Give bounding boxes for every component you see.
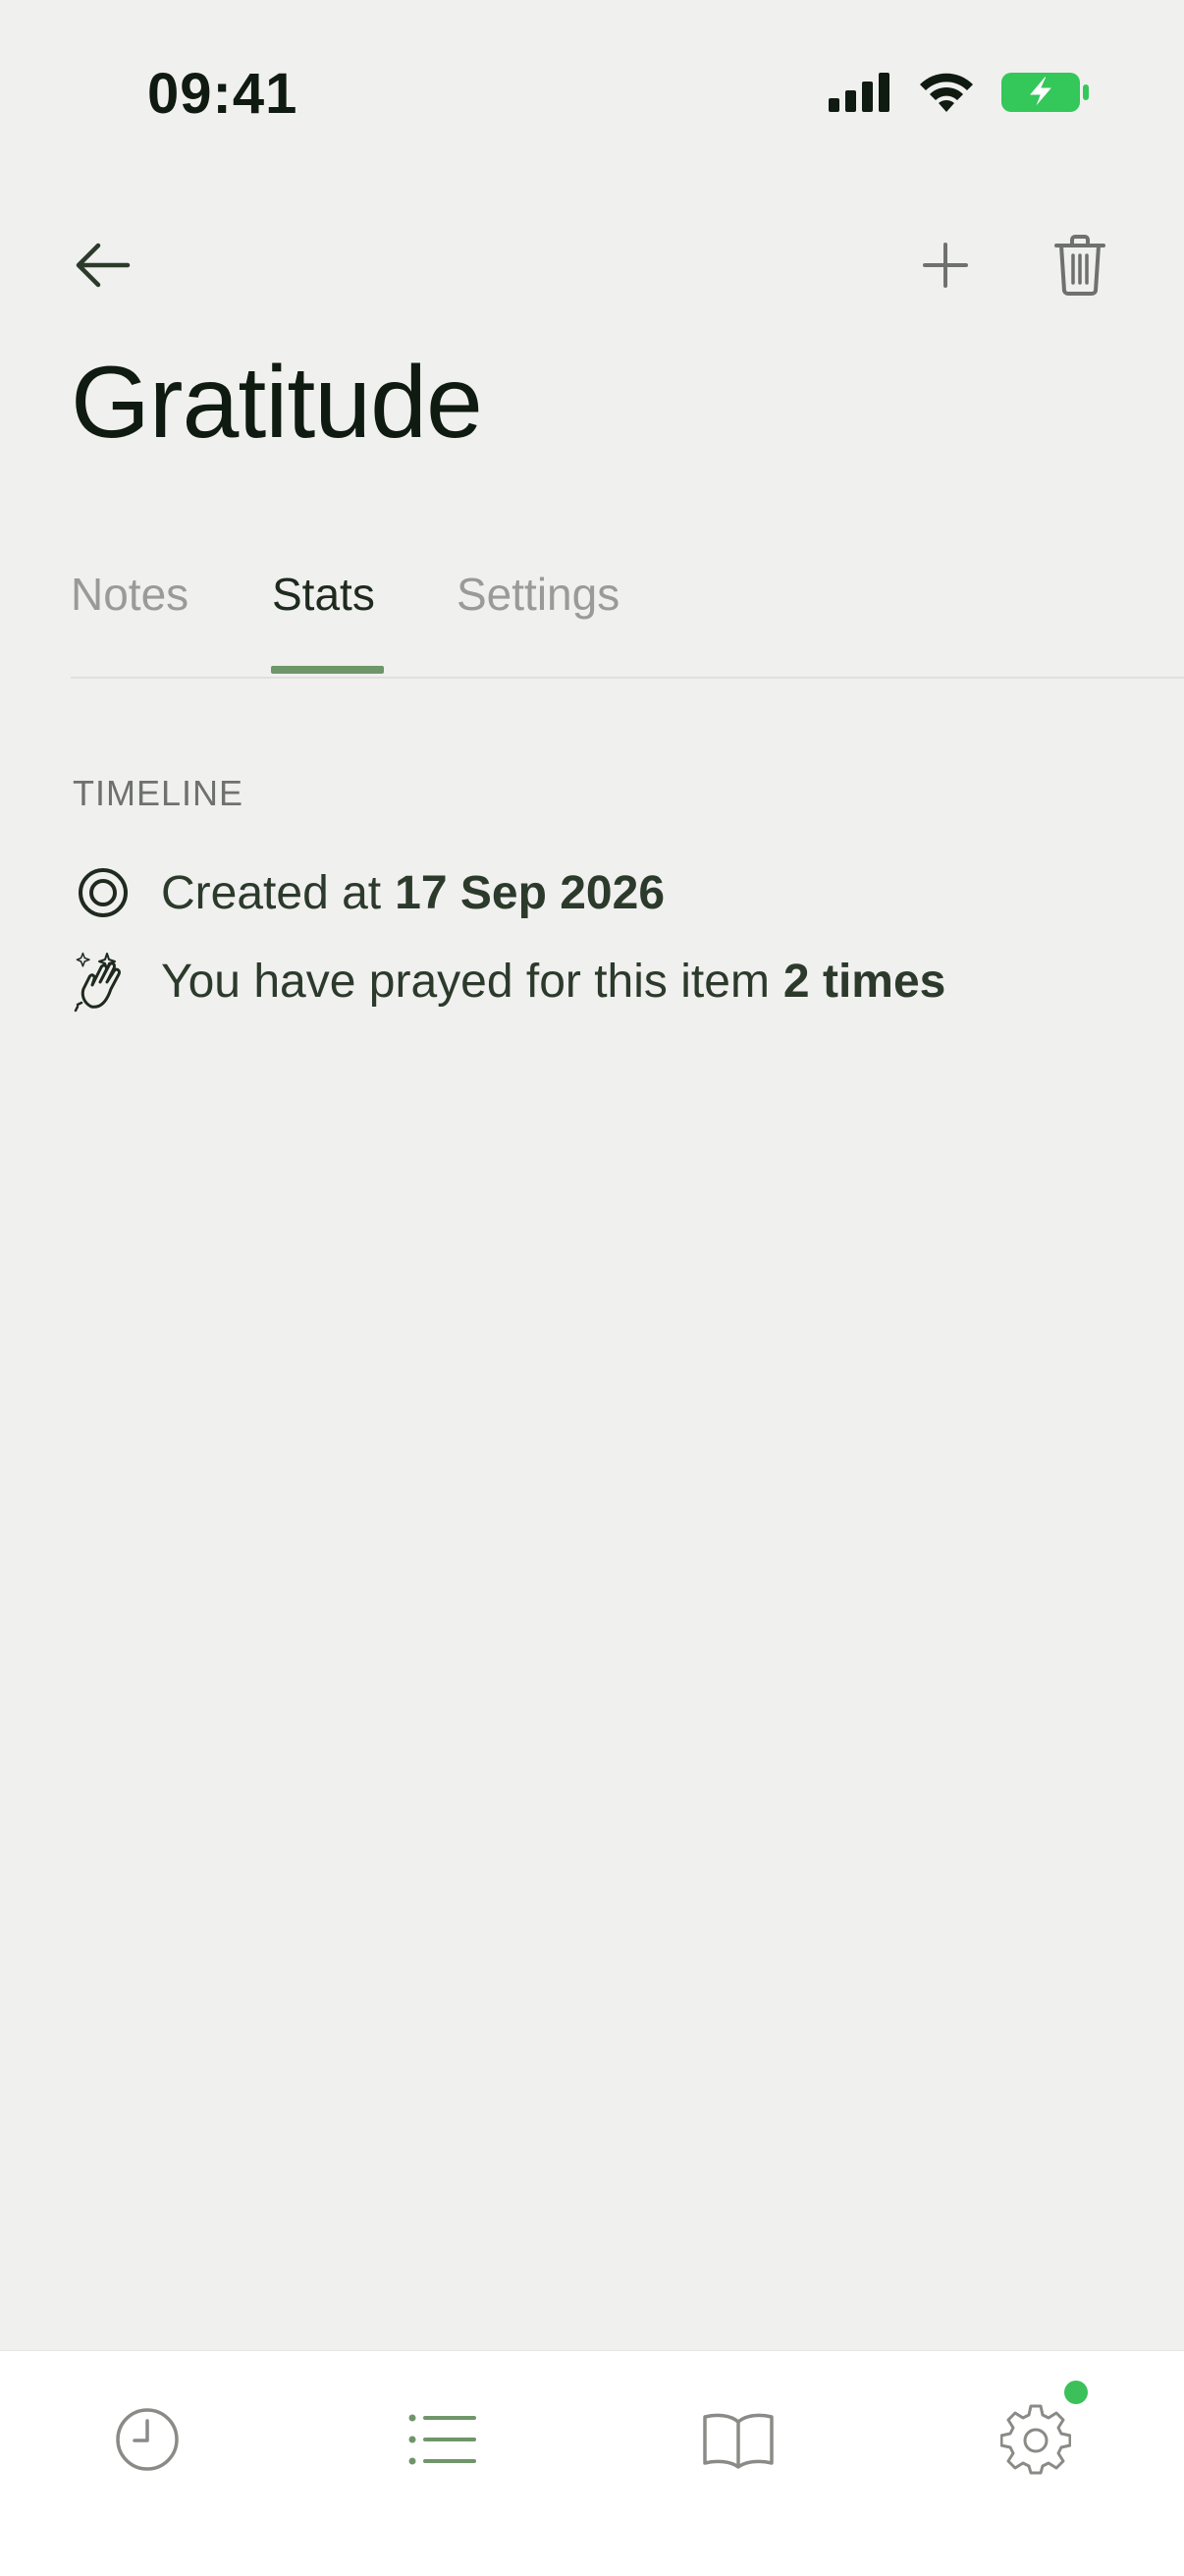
tabbar-list[interactable] (394, 2390, 492, 2489)
tabbar-history[interactable] (98, 2390, 196, 2489)
prayed-count: 2 times (782, 955, 946, 1008)
trash-icon (1054, 235, 1105, 296)
timeline-created-row: Created at 17 Sep 2026 (73, 862, 665, 923)
plus-icon (923, 243, 968, 288)
tab-stats[interactable]: Stats (272, 555, 375, 633)
list-icon (408, 2414, 476, 2465)
notification-dot (1064, 2381, 1088, 2404)
battery-charging-icon (1001, 73, 1089, 112)
created-date: 17 Sep 2026 (395, 866, 666, 919)
bottom-tab-bar (0, 2350, 1184, 2576)
clock-icon (116, 2408, 179, 2471)
prayed-prefix: You have prayed for this item (161, 955, 770, 1008)
status-bar: 09:41 (0, 0, 1184, 187)
created-prefix: Created at (161, 866, 382, 919)
page-title: Gratitude (71, 346, 483, 460)
nav-bar (0, 216, 1184, 314)
book-icon (703, 2413, 774, 2469)
wifi-icon (920, 73, 973, 112)
tab-strip: Notes Stats Settings (71, 545, 1184, 678)
target-icon (73, 862, 134, 923)
active-tab-indicator (271, 666, 384, 674)
tabbar-book[interactable] (689, 2390, 787, 2489)
timeline-prayed-row: You have prayed for this item 2 times (73, 951, 946, 1013)
gear-icon (1000, 2404, 1071, 2475)
back-button[interactable] (63, 226, 141, 304)
arrow-left-icon (76, 243, 131, 288)
section-label-timeline: TIMELINE (73, 773, 244, 813)
delete-button[interactable] (1041, 226, 1119, 304)
add-button[interactable] (906, 226, 985, 304)
tab-settings[interactable]: Settings (457, 555, 619, 633)
status-icons (829, 71, 1090, 114)
praying-hands-icon (73, 951, 134, 1013)
tabs-divider (71, 677, 1184, 679)
tab-notes[interactable]: Notes (71, 555, 188, 633)
cellular-signal-icon (829, 73, 889, 112)
tabbar-settings[interactable] (987, 2381, 1088, 2489)
status-time: 09:41 (147, 62, 298, 126)
